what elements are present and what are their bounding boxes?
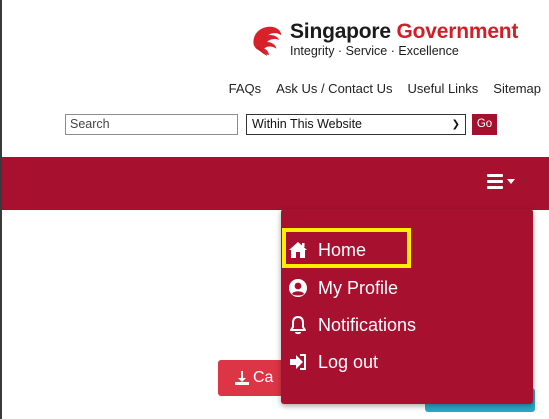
menu-item-label: Notifications — [318, 314, 417, 335]
logo-title: Singapore Government — [290, 20, 518, 44]
download-button-label: Ca — [253, 369, 274, 386]
search-scope-value: Within This Website — [252, 117, 362, 131]
menu-item-log-out[interactable]: Log out — [287, 347, 378, 377]
home-icon — [287, 239, 309, 261]
page-frame: Singapore Government Integrity · Service… — [0, 0, 549, 419]
menu-item-my-profile[interactable]: My Profile — [287, 273, 398, 303]
faqs-link[interactable]: FAQs — [229, 81, 262, 96]
search-bar: Within This Website ❯ Go — [65, 113, 497, 135]
main-navbar — [2, 157, 549, 210]
sitemap-link[interactable]: Sitemap — [493, 81, 541, 96]
menu-item-label: Home — [318, 239, 367, 260]
logo-tagline: Integrity · Service · Excellence — [290, 44, 459, 58]
menu-item-label: My Profile — [318, 277, 399, 298]
singapore-government-logo[interactable]: Singapore Government Integrity · Service… — [234, 20, 534, 64]
chevron-down-icon: ❯ — [451, 118, 460, 130]
user-circle-icon — [287, 277, 309, 299]
search-input[interactable] — [65, 113, 238, 135]
download-icon — [235, 371, 249, 385]
logout-icon — [287, 351, 309, 373]
go-button[interactable]: Go — [472, 113, 497, 135]
user-dropdown-menu: Home My Profile Notifications Log out — [281, 209, 533, 404]
menu-toggle-button[interactable] — [487, 174, 521, 194]
logo-title-main: Singapore — [290, 20, 391, 43]
hamburger-icon — [487, 174, 503, 192]
search-scope-select[interactable]: Within This Website ❯ — [246, 113, 466, 135]
menu-item-home[interactable]: Home — [287, 235, 366, 265]
menu-item-notifications[interactable]: Notifications — [287, 310, 416, 340]
download-button[interactable]: Ca — [218, 360, 288, 396]
logo-title-accent: Government — [396, 20, 519, 43]
top-links: FAQs Ask Us / Contact Us Useful Links Si… — [229, 81, 541, 96]
caret-down-icon — [507, 179, 515, 184]
bell-icon — [287, 314, 309, 336]
useful-links-link[interactable]: Useful Links — [407, 81, 478, 96]
contact-us-link[interactable]: Ask Us / Contact Us — [276, 81, 392, 96]
menu-item-label: Log out — [318, 351, 379, 372]
lion-head-logo-icon — [253, 26, 282, 56]
